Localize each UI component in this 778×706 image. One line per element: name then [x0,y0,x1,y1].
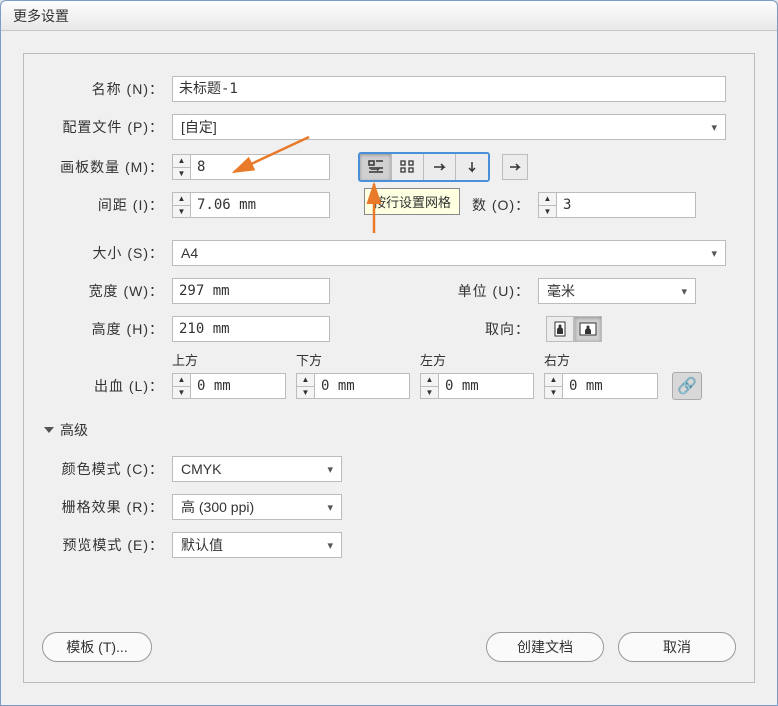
profile-select[interactable]: [自定] ▾ [172,114,726,140]
link-bleed-button[interactable]: 🔗 [672,372,702,400]
raster-select[interactable]: 高 (300 ppi) ▾ [172,494,342,520]
label-units: 单位 (U)： [450,281,538,301]
landscape-button[interactable] [574,316,602,342]
grid-col-icon[interactable] [392,154,424,180]
label-columns: 数 (O)： [472,195,538,215]
arrange-right-icon[interactable] [424,154,456,180]
stepper-buttons[interactable]: ▲▼ [172,154,190,180]
arrange-down-icon[interactable] [456,154,488,180]
tooltip-grid-by-row: 按行设置网格 [364,188,460,215]
colormode-value: CMYK [181,461,221,477]
cancel-button[interactable]: 取消 [618,632,736,662]
stepper-buttons[interactable]: ▲▼ [172,373,190,399]
label-colormode: 颜色模式 (C)： [24,459,172,479]
chevron-down-icon: ▾ [327,463,333,476]
colormode-select[interactable]: CMYK ▾ [172,456,342,482]
artboards-input[interactable]: 8 [190,154,330,180]
size-value: A4 [181,245,198,261]
label-bottom: 下方 [296,350,420,369]
advanced-label: 高级 [60,420,88,440]
landscape-icon [579,322,597,336]
columns-input[interactable]: 3 [556,192,696,218]
width-input[interactable]: 297 mm [172,278,330,304]
label-top: 上方 [172,350,296,369]
bleed-left-input[interactable]: 0 mm [438,373,534,399]
spacing-input[interactable]: 7.06 mm [190,192,330,218]
stepper-buttons[interactable]: ▲▼ [538,192,556,218]
label-left: 左方 [420,350,544,369]
size-select[interactable]: A4 ▾ [172,240,726,266]
portrait-icon [554,321,566,337]
bleed-left-stepper[interactable]: ▲▼ 0 mm [420,373,534,399]
bleed-bottom-input[interactable]: 0 mm [314,373,410,399]
window-title: 更多设置 [1,1,777,31]
create-button[interactable]: 创建文档 [486,632,604,662]
preview-select[interactable]: 默认值 ▾ [172,532,342,558]
collapse-triangle-icon[interactable] [44,427,54,433]
label-orientation: 取向： [480,319,538,339]
stepper-buttons[interactable]: ▲▼ [172,192,190,218]
label-width: 宽度 (W)： [24,281,172,301]
stepper-buttons[interactable]: ▲▼ [420,373,438,399]
portrait-button[interactable] [546,316,574,342]
label-name: 名称 (N)： [24,79,172,99]
chevron-down-icon: ▾ [327,539,333,552]
bleed-top-stepper[interactable]: ▲▼ 0 mm [172,373,286,399]
artboard-arrangement-group [358,152,490,182]
stepper-buttons[interactable]: ▲▼ [544,373,562,399]
grid-row-icon[interactable] [360,154,392,180]
chevron-down-icon: ▾ [681,285,687,298]
direction-button[interactable] [502,154,528,180]
bleed-right-stepper[interactable]: ▲▼ 0 mm [544,373,658,399]
label-preview: 预览模式 (E)： [24,535,172,555]
profile-value: [自定] [181,117,217,137]
bleed-top-input[interactable]: 0 mm [190,373,286,399]
name-input[interactable]: 未标题-1 [172,76,726,102]
templates-button[interactable]: 模板 (T)... [42,632,152,662]
bleed-right-input[interactable]: 0 mm [562,373,658,399]
label-profile: 配置文件 (P)： [24,117,172,137]
spacing-stepper[interactable]: ▲▼ 7.06 mm [172,192,330,218]
label-artboards: 画板数量 (M)： [24,157,172,177]
columns-stepper[interactable]: ▲▼ 3 [538,192,696,218]
units-select[interactable]: 毫米 ▾ [538,278,696,304]
preview-value: 默认值 [181,535,223,555]
bleed-bottom-stepper[interactable]: ▲▼ 0 mm [296,373,410,399]
label-spacing: 间距 (I)： [24,195,172,215]
label-size: 大小 (S)： [24,243,172,263]
artboards-stepper[interactable]: ▲▼ 8 [172,154,330,180]
label-right: 右方 [544,350,668,369]
chevron-down-icon: ▾ [711,121,717,134]
label-raster: 栅格效果 (R)： [24,497,172,517]
link-icon: 🔗 [677,376,697,396]
chevron-down-icon: ▾ [327,501,333,514]
chevron-down-icon: ▾ [711,247,717,260]
stepper-buttons[interactable]: ▲▼ [296,373,314,399]
label-bleed: 出血 (L)： [24,376,172,396]
label-height: 高度 (H)： [24,319,172,339]
height-input[interactable]: 210 mm [172,316,330,342]
raster-value: 高 (300 ppi) [181,497,254,517]
units-value: 毫米 [547,281,575,301]
